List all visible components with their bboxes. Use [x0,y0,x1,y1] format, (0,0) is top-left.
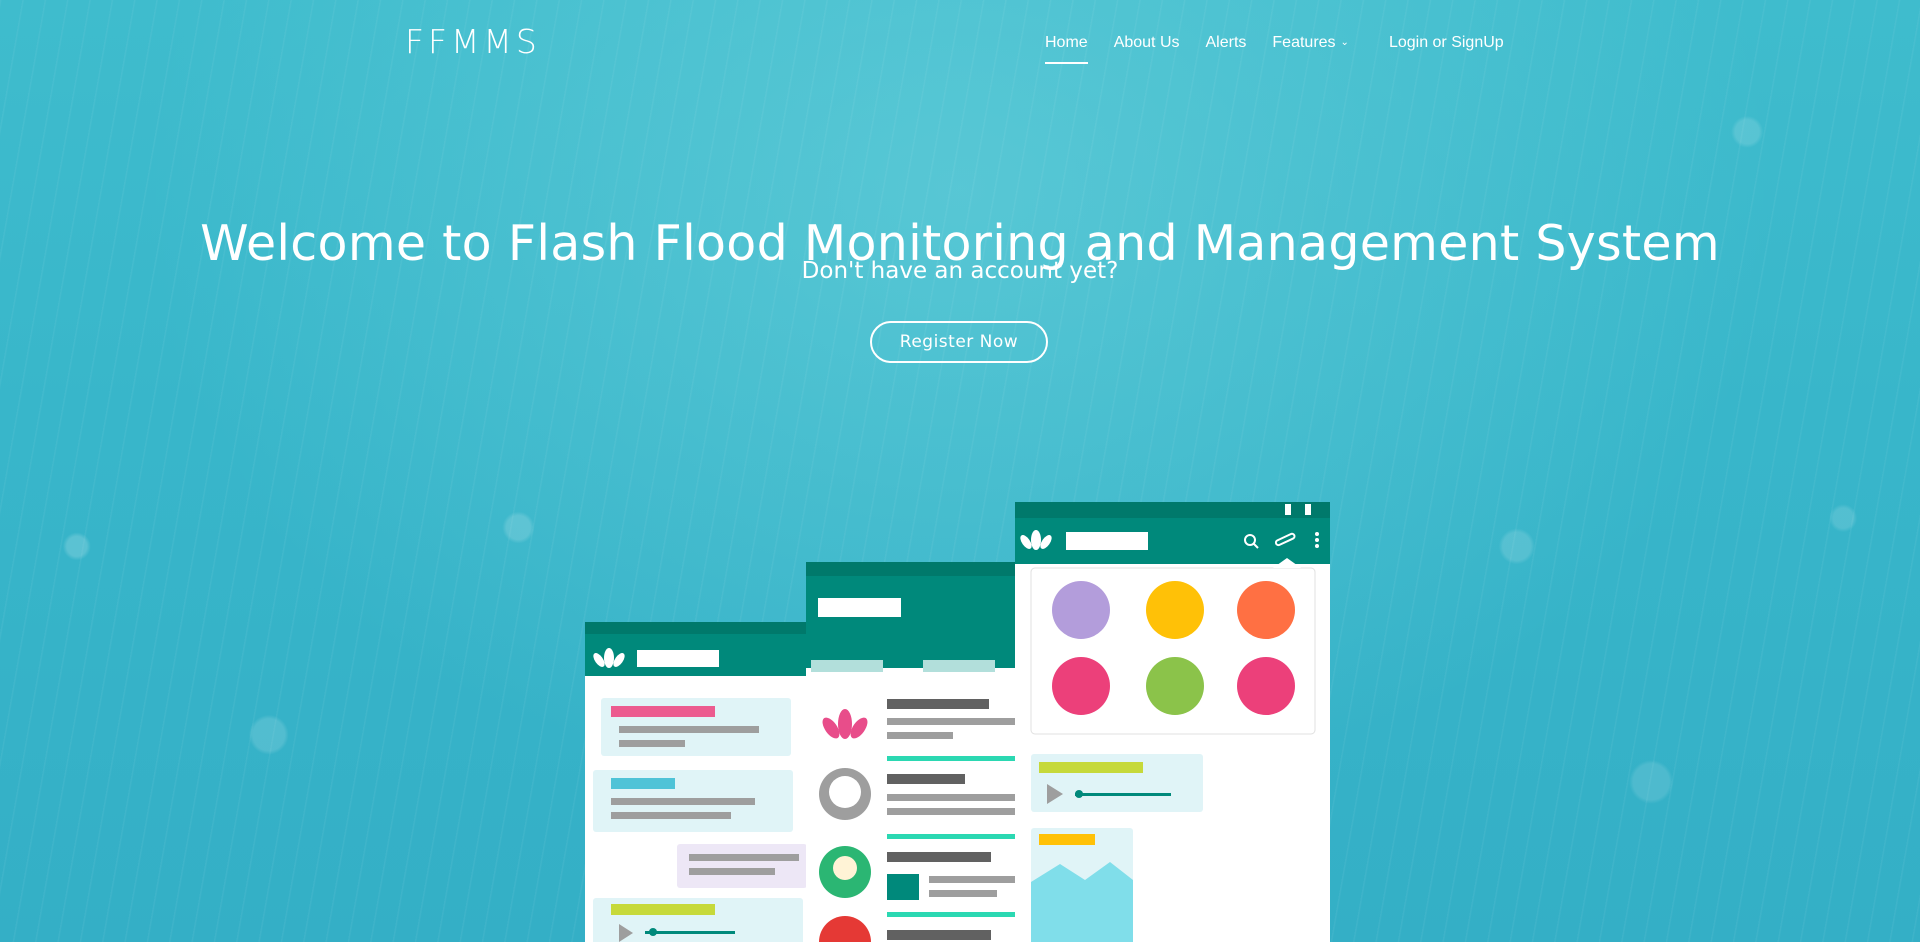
nav-features-label: Features [1272,34,1336,51]
site-logo[interactable]: FFMMS [405,22,541,61]
video-icon [1237,581,1295,639]
nav-about-link[interactable]: About Us [1114,34,1180,52]
nav-alerts-link[interactable]: Alerts [1206,34,1247,52]
headphones-icon [1052,657,1110,715]
main-nav: Home About Us Alerts Features ⌄ Login or … [1045,34,1530,64]
chevron-down-icon: ⌄ [1340,37,1349,49]
login-signup-link[interactable]: Login or SignUp [1389,34,1504,52]
hero-subtitle: Don't have an account yet? [801,258,1119,284]
camera-icon [1146,581,1204,639]
middle-phone [806,562,1031,942]
register-now-button[interactable]: Register Now [870,321,1048,363]
location-icon [1146,657,1204,715]
right-phone [1015,502,1330,942]
contact-icon [1237,657,1295,715]
nav-features-dropdown[interactable]: Features ⌄ [1272,34,1349,52]
more-vertical-icon [1315,532,1319,548]
messaging-app-phones-illustration [585,502,1330,942]
left-phone [585,622,810,942]
gallery-icon [1052,581,1110,639]
nav-home-link[interactable]: Home [1045,34,1088,64]
